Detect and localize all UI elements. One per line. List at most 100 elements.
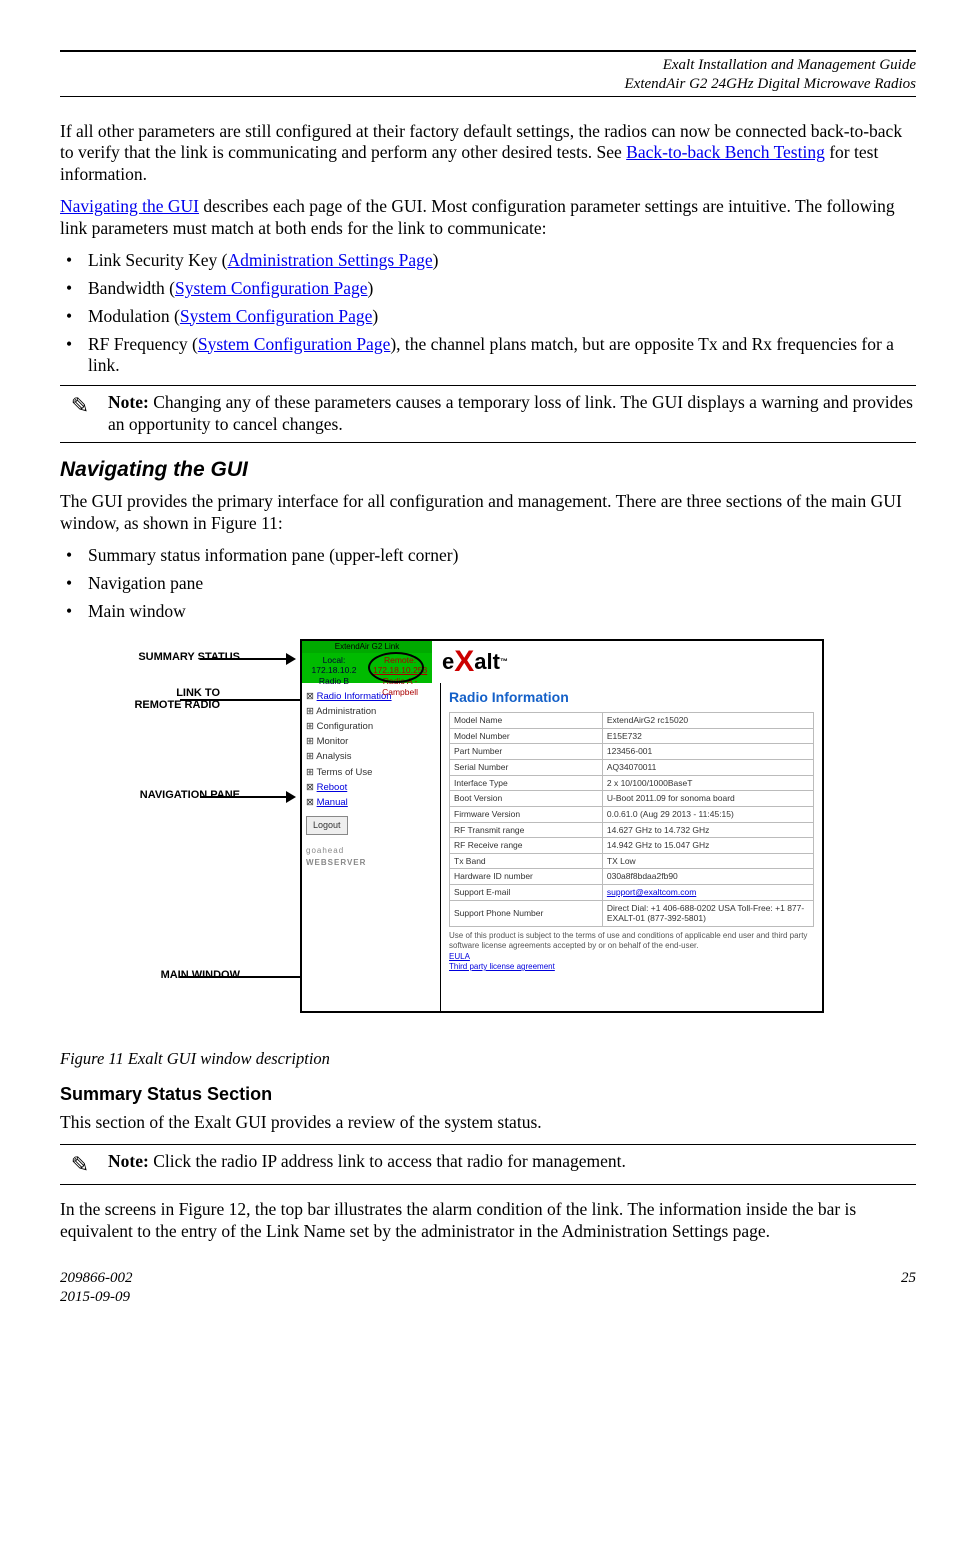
nav-item-reboot[interactable]: ⊠ Reboot (306, 780, 436, 795)
nav-label: Administration (316, 706, 376, 717)
header-subtitle: ExtendAir G2 24GHz Digital Microwave Rad… (60, 75, 916, 94)
page-footer: 209866-002 2015-09-09 25 (60, 1269, 916, 1307)
link-system-config-page[interactable]: System Configuration Page (175, 278, 367, 298)
table-row: RF Receive range14.942 GHz to 15.047 GHz (450, 838, 814, 854)
info-key: RF Transmit range (450, 822, 603, 838)
list-item: Link Security Key (Administration Settin… (60, 250, 916, 272)
info-value: ExtendAirG2 rc15020 (602, 713, 813, 729)
info-key: Tx Band (450, 853, 603, 869)
text-frag: Bandwidth ( (88, 278, 175, 298)
pencil-icon: ✎ (60, 1151, 100, 1179)
link-third-party-license[interactable]: Third party license agreement (449, 962, 555, 971)
footer-left: 209866-002 2015-09-09 (60, 1269, 133, 1307)
link-navigating-the-gui[interactable]: Navigating the GUI (60, 196, 199, 216)
link-system-config-page[interactable]: System Configuration Page (180, 306, 372, 326)
link-system-config-page[interactable]: System Configuration Page (198, 334, 390, 354)
nav-label: Monitor (317, 736, 349, 747)
callout-label: SUMMARY STATUS (138, 651, 240, 663)
intro-paragraph-1: If all other parameters are still config… (60, 121, 916, 187)
info-value: 2 x 10/100/1000BaseT (602, 775, 813, 791)
nav-item-configuration[interactable]: ⊞ Configuration (306, 719, 436, 734)
callout-label: MAIN WINDOW (161, 969, 240, 981)
link-back-to-back-testing[interactable]: Back-to-back Bench Testing (626, 142, 825, 162)
list-item: Navigation pane (60, 573, 916, 595)
table-row: Firmware Version0.0.61.0 (Aug 29 2013 - … (450, 806, 814, 822)
nav-item-analysis[interactable]: ⊞ Analysis (306, 749, 436, 764)
footer-text: Use of this product is subject to the te… (449, 931, 807, 950)
note-label: Note: (108, 392, 149, 412)
info-key: Boot Version (450, 791, 603, 807)
callout-summary-status: SUMMARY STATUS (80, 651, 240, 663)
note-label: Note: (108, 1151, 149, 1171)
info-value: support@exaltcom.com (602, 885, 813, 901)
arrow-icon (200, 658, 286, 660)
gui-intro-paragraph: The GUI provides the primary interface f… (60, 491, 916, 535)
summary-status-pane: ExtendAir G2 Link Local: 172.18.10.2 Rad… (302, 641, 432, 683)
table-row: Serial NumberAQ34070011 (450, 760, 814, 776)
info-value: Direct Dial: +1 406-688-0202 USA Toll-Fr… (602, 900, 813, 926)
radio-info-table: Model NameExtendAirG2 rc15020Model Numbe… (449, 712, 814, 927)
doc-date: 2015-09-09 (60, 1289, 130, 1305)
text-frag: ) (433, 250, 439, 270)
gui-sections-list: Summary status information pane (upper-l… (60, 545, 916, 623)
nav-item-manual[interactable]: ⊠ Manual (306, 795, 436, 810)
info-value: TX Low (602, 853, 813, 869)
text-frag: Modulation ( (88, 306, 180, 326)
info-value: 14.942 GHz to 15.047 GHz (602, 838, 813, 854)
support-email-link[interactable]: support@exaltcom.com (607, 887, 696, 897)
note-text: Note: Click the radio IP address link to… (100, 1151, 916, 1179)
intro-paragraph-2: Navigating the GUI describes each page o… (60, 196, 916, 240)
list-item: Bandwidth (System Configuration Page) (60, 278, 916, 300)
nav-label: Reboot (317, 782, 348, 793)
nav-item-monitor[interactable]: ⊞ Monitor (306, 734, 436, 749)
info-value: 0.0.61.0 (Aug 29 2013 - 11:45:15) (602, 806, 813, 822)
param-list: Link Security Key (Administration Settin… (60, 250, 916, 377)
summary-status-paragraph: This section of the Exalt GUI provides a… (60, 1112, 916, 1134)
info-value: 14.627 GHz to 14.732 GHz (602, 822, 813, 838)
link-name: ExtendAir G2 Link (302, 641, 432, 653)
logo-text: alt (474, 648, 500, 676)
logout-button[interactable]: Logout (306, 816, 348, 834)
note-box-2: ✎ Note: Click the radio IP address link … (60, 1144, 916, 1186)
text-frag: Link Security Key ( (88, 250, 227, 270)
note-box-1: ✎ Note: Changing any of these parameters… (60, 385, 916, 443)
callout-link-to-remote: LINK TO REMOTE RADIO (80, 687, 220, 711)
webserver-text: WEBSERVER (306, 858, 366, 867)
callout-label: NAVIGATION PANE (140, 789, 240, 801)
main-window: Radio Information Model NameExtendAirG2 … (441, 683, 822, 1011)
info-value: AQ34070011 (602, 760, 813, 776)
nav-item-administration[interactable]: ⊞ Administration (306, 704, 436, 719)
text-frag: ) (372, 306, 378, 326)
note-text: Note: Changing any of these parameters c… (100, 392, 916, 436)
table-row: Support Phone NumberDirect Dial: +1 406-… (450, 900, 814, 926)
list-item: Modulation (System Configuration Page) (60, 306, 916, 328)
nav-item-terms[interactable]: ⊞ Terms of Use (306, 765, 436, 780)
nav-label: Terms of Use (316, 767, 372, 778)
info-key: Support E-mail (450, 885, 603, 901)
info-key: Firmware Version (450, 806, 603, 822)
remote-name: Campbell (382, 687, 418, 697)
heading-navigating-the-gui: Navigating the GUI (60, 457, 916, 483)
navigation-pane: ⊠ Radio Information ⊞ Administration ⊞ C… (302, 683, 441, 1011)
main-title: Radio Information (449, 689, 814, 707)
info-value: 123456-001 (602, 744, 813, 760)
remote-highlight-circle (368, 652, 424, 683)
list-item: RF Frequency (System Configuration Page)… (60, 334, 916, 378)
main-footer: Use of this product is subject to the te… (449, 931, 814, 973)
page-number: 25 (901, 1269, 916, 1307)
page-header: Exalt Installation and Management Guide … (60, 50, 916, 97)
header-rule (60, 96, 916, 97)
table-row: Hardware ID number030a8f8bdaa2fb90 (450, 869, 814, 885)
list-item: Main window (60, 601, 916, 623)
callout-navigation-pane: NAVIGATION PANE (80, 789, 240, 801)
info-value: E15E732 (602, 728, 813, 744)
link-admin-settings-page[interactable]: Administration Settings Page (227, 250, 432, 270)
link-eula[interactable]: EULA (449, 952, 470, 961)
logo-x-icon: X (454, 650, 474, 674)
list-item: Summary status information pane (upper-l… (60, 545, 916, 567)
closing-paragraph: In the screens in Figure 12, the top bar… (60, 1199, 916, 1243)
logo-text: e (442, 648, 454, 676)
text-frag: RF Frequency ( (88, 334, 198, 354)
doc-number: 209866-002 (60, 1270, 133, 1286)
table-row: Interface Type2 x 10/100/1000BaseT (450, 775, 814, 791)
